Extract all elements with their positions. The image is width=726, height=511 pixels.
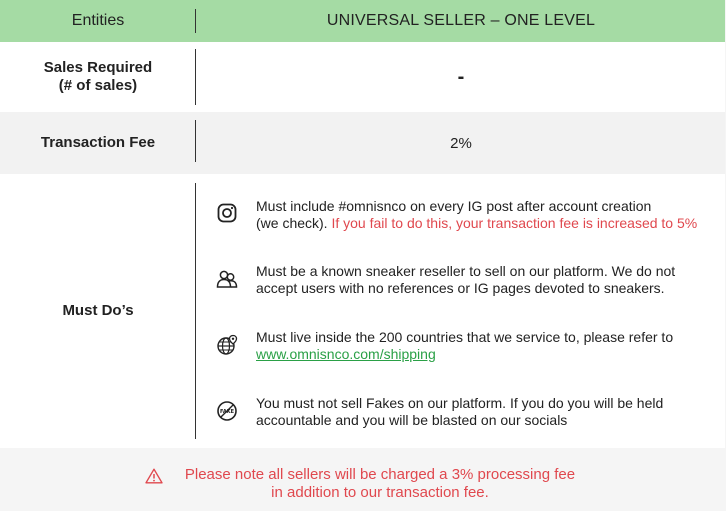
no-fake-icon: FAKE <box>216 400 238 422</box>
must-do-text: Must be a known sneaker reseller to sell… <box>256 263 676 296</box>
column-divider <box>195 183 196 439</box>
transaction-fee-row: Transaction Fee 2% <box>0 112 725 174</box>
must-dos-label: Must Do’s <box>62 302 134 319</box>
entities-header: Entities <box>71 12 125 29</box>
table-header-row: Entities UNIVERSAL SELLER – ONE LEVEL <box>0 0 725 42</box>
sales-required-row: Sales Required (# of sales) - <box>0 42 725 112</box>
globe-location-icon <box>216 334 238 356</box>
column-divider <box>195 49 196 105</box>
notice-text: Please note all sellers will be charged … <box>184 466 576 501</box>
column-divider <box>195 9 196 33</box>
plan-header: UNIVERSAL SELLER – ONE LEVEL <box>326 12 596 29</box>
warning-icon <box>145 468 163 484</box>
must-do-text: You must not sell Fakes on our platform.… <box>256 395 664 428</box>
shipping-link[interactable]: www.omnisnco.com/shipping <box>256 346 436 362</box>
must-do-text: Must live inside the 200 countries that … <box>256 329 674 362</box>
fee-increase-warning: If you fail to do this, your transaction… <box>331 215 698 231</box>
users-icon <box>216 268 238 290</box>
must-do-text: Must include #omnisnco on every IG post … <box>256 198 698 231</box>
instagram-icon <box>216 202 238 224</box>
sales-required-value: - <box>457 65 465 88</box>
svg-text:FAKE: FAKE <box>220 409 235 415</box>
must-dos-row: Must Do’s Must include #omnisnco on ever… <box>0 174 725 448</box>
seller-tier-table: Entities UNIVERSAL SELLER – ONE LEVEL Sa… <box>0 0 725 448</box>
transaction-fee-value: 2% <box>450 134 472 152</box>
processing-fee-notice: Please note all sellers will be charged … <box>0 456 726 511</box>
transaction-fee-label: Transaction Fee <box>40 134 156 151</box>
column-divider <box>195 120 196 162</box>
sales-required-label: Sales Required (# of sales) <box>43 59 153 94</box>
